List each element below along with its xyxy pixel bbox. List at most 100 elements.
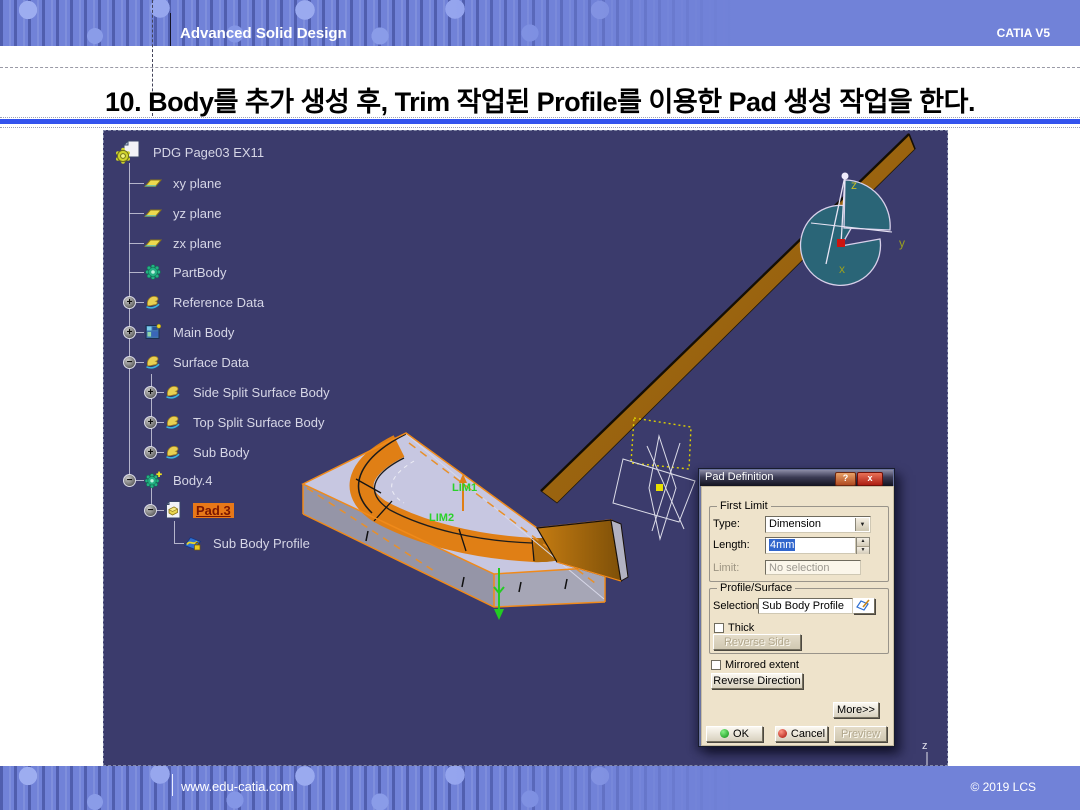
ok-label: OK	[733, 728, 749, 740]
surface-body-icon	[164, 383, 182, 401]
title-underline	[0, 119, 1080, 124]
reverse-direction-label: Reverse Direction	[713, 675, 800, 687]
tree-item-label: Main Body	[173, 325, 234, 340]
main-body-icon	[144, 323, 162, 341]
tree-item-label: Top Split Surface Body	[193, 415, 325, 430]
pad-icon	[164, 501, 182, 519]
horizontal-guide	[0, 67, 1080, 68]
tree-toggle-pad-3-collapse[interactable]: −	[144, 504, 157, 517]
page-title: 10. Body를 추가 생성 후, Trim 작업된 Profile를 이용한…	[0, 80, 1080, 119]
tree-connector-line	[129, 213, 144, 214]
tree-toggle-reference-data-expand[interactable]: +	[123, 296, 136, 309]
type-label: Type:	[713, 518, 740, 530]
surface-body-icon	[164, 413, 182, 431]
tree-connector-line	[174, 521, 175, 543]
limit-label: Limit:	[713, 562, 739, 574]
tree-connector-line	[129, 272, 144, 273]
surface-body-icon	[144, 353, 162, 371]
length-label: Length:	[713, 539, 750, 551]
type-combobox[interactable]: Dimension ▼	[765, 516, 871, 533]
tree-item-label: Pad.3	[193, 503, 234, 518]
length-value: 4mm	[769, 539, 795, 551]
selection-label: Selection:	[713, 600, 761, 612]
tree-item-surface-data[interactable]: Surface Data	[144, 349, 249, 375]
ok-icon	[720, 729, 729, 738]
tree-item-label: Reference Data	[173, 295, 264, 310]
tree-toggle-main-body-expand[interactable]: +	[123, 326, 136, 339]
mirrored-extent-label: Mirrored extent	[725, 659, 799, 671]
sketch-icon	[856, 599, 872, 611]
profile-surface-legend: Profile/Surface	[717, 582, 795, 594]
tree-item-sub-body-profile[interactable]: Sub Body Profile	[184, 530, 310, 556]
reverse-direction-button[interactable]: Reverse Direction	[711, 673, 803, 689]
tree-item-side-split-surface-body[interactable]: Side Split Surface Body	[164, 379, 330, 405]
part-document-icon	[116, 140, 142, 164]
catia-viewport[interactable]: LIM1 LIM2	[103, 130, 948, 766]
tree-toggle-body-4-collapse[interactable]: −	[123, 474, 136, 487]
cancel-button[interactable]: Cancel	[775, 726, 828, 742]
tree-toggle-side-split-surface-body-expand[interactable]: +	[144, 386, 157, 399]
tree-item-label: xy plane	[173, 176, 221, 191]
tree-item-body-4[interactable]: Body.4	[144, 467, 213, 493]
tree-item-reference-data[interactable]: Reference Data	[144, 289, 264, 315]
first-limit-legend: First Limit	[717, 500, 771, 512]
mirrored-extent-checkbox[interactable]	[711, 660, 721, 670]
dialog-title: Pad Definition	[705, 471, 774, 483]
cancel-label: Cancel	[791, 728, 825, 740]
header-decoration	[0, 0, 1080, 46]
length-input[interactable]: 4mm	[765, 537, 856, 554]
tree-item-main-body[interactable]: Main Body	[144, 319, 234, 345]
tree-item-zx-plane[interactable]: zx plane	[144, 230, 221, 256]
dialog-help-button[interactable]: ?	[835, 472, 856, 486]
dialog-titlebar[interactable]: Pad Definition ? x	[700, 470, 893, 486]
selection-input[interactable]: Sub Body Profile	[758, 598, 853, 614]
plane-icon	[144, 174, 162, 192]
limit-input: No selection	[765, 560, 861, 575]
spinner-up-icon[interactable]: ▲	[857, 538, 869, 546]
tree-toggle-surface-data-collapse[interactable]: −	[123, 356, 136, 369]
tree-connector-line	[129, 183, 144, 184]
course-title: Advanced Solid Design	[180, 25, 347, 42]
more-button[interactable]: More>>	[833, 702, 879, 718]
spinner-down-icon[interactable]: ▼	[857, 546, 869, 555]
dialog-close-button[interactable]: x	[857, 472, 883, 486]
surface-body-icon	[164, 443, 182, 461]
selection-value: Sub Body Profile	[762, 600, 844, 612]
tree-item-label: Sub Body Profile	[213, 536, 310, 551]
tree-item-label: Side Split Surface Body	[193, 385, 330, 400]
footer-url[interactable]: www.edu-catia.com	[181, 779, 294, 794]
tree-item-partbody[interactable]: PartBody	[144, 259, 226, 285]
tree-item-pad-3[interactable]: Pad.3	[164, 497, 234, 523]
tree-item-label: PDG Page03 EX11	[153, 145, 264, 160]
tree-item-xy-plane[interactable]: xy plane	[144, 170, 221, 196]
pad-definition-dialog[interactable]: Pad Definition ? x First Limit Type: Dim…	[698, 468, 895, 747]
cancel-icon	[778, 729, 787, 738]
tree-item-label: zx plane	[173, 236, 221, 251]
tree-item-top-split-surface-body[interactable]: Top Split Surface Body	[164, 409, 325, 435]
tree-connector-line	[129, 243, 144, 244]
tree-item-label: yz plane	[173, 206, 221, 221]
footer-bar: www.edu-catia.com © 2019 LCS	[0, 766, 1080, 810]
tree-toggle-top-split-surface-body-expand[interactable]: +	[144, 416, 157, 429]
dialog-body: First Limit Type: Dimension ▼ Length: 4m…	[701, 486, 894, 746]
footer-decoration	[0, 766, 1080, 810]
preview-button: Preview	[834, 726, 887, 742]
length-spinner[interactable]: ▲ ▼	[856, 537, 870, 554]
more-label: More>>	[837, 704, 875, 716]
tree-connector-line	[174, 543, 184, 544]
sketch-selector-button[interactable]	[853, 598, 875, 614]
tree-item-yz-plane[interactable]: yz plane	[144, 200, 221, 226]
tree-item-label: Body.4	[173, 473, 213, 488]
tree-item-pdg-page03-ex11[interactable]: PDG Page03 EX11	[116, 139, 264, 165]
slide-root: Advanced Solid Design CATIA V5 10. Body를…	[0, 0, 1080, 810]
type-dropdown-arrow-icon[interactable]: ▼	[855, 518, 869, 531]
tree-toggle-sub-body-expand[interactable]: +	[144, 446, 157, 459]
thick-checkbox[interactable]	[714, 623, 724, 633]
tree-item-label: PartBody	[173, 265, 226, 280]
ok-button[interactable]: OK	[706, 726, 763, 742]
tree-item-label: Surface Data	[173, 355, 249, 370]
tree-item-sub-body[interactable]: Sub Body	[164, 439, 249, 465]
sketch-icon	[184, 534, 202, 552]
header-divider-line	[170, 13, 171, 46]
body-plus-icon	[144, 471, 162, 489]
